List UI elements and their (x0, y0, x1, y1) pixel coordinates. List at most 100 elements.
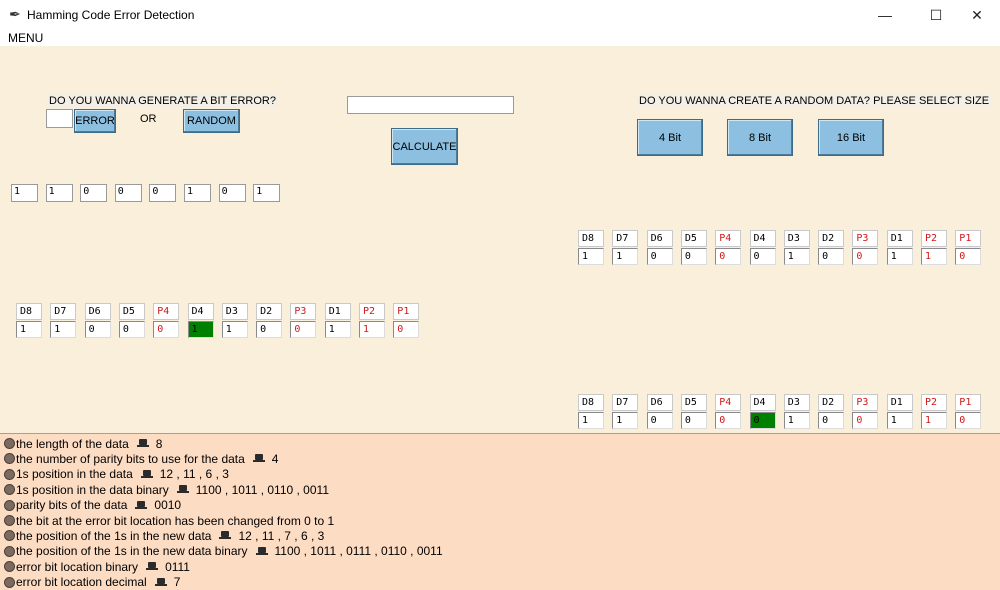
bit-header-cell: D8 (16, 303, 42, 320)
bit-value-cell[interactable]: 0 (818, 248, 845, 265)
random-button[interactable]: RANDOM (183, 109, 240, 133)
bit-value-cell[interactable]: 1 (783, 248, 810, 265)
bit-value-cell[interactable]: 1 (783, 412, 810, 429)
info-line: the length of the data 8 (4, 436, 162, 451)
bit-value-cell[interactable]: 0 (715, 412, 742, 429)
input-bit-field[interactable]: 0 (114, 184, 142, 202)
title-bar: ✒ Hamming Code Error Detection — ☐ ✕ (0, 0, 1000, 30)
bit-value-cell[interactable]: 0 (393, 321, 420, 338)
info-line: the position of the 1s in the new data 12… (4, 528, 324, 543)
input-bit-field[interactable]: 1 (184, 184, 211, 202)
bit-header-cell: P4 (715, 230, 742, 247)
bit-header-cell: D7 (50, 303, 77, 320)
bit-value-cell[interactable]: 0 (715, 248, 742, 265)
bit-header-cell: P3 (290, 303, 317, 320)
bit-value-cell[interactable]: 1 (324, 321, 351, 338)
bit-value-cell[interactable]: 0 (749, 248, 776, 265)
data-input[interactable] (347, 96, 514, 114)
bit-value-cell[interactable]: 0 (646, 412, 673, 429)
or-label: OR (140, 113, 157, 125)
error-bit-cell[interactable]: 0 (749, 412, 776, 429)
minimize-button[interactable]: — (862, 0, 908, 30)
info-line: error bit location decimal 7 (4, 575, 180, 590)
bit-header-cell: D6 (646, 230, 673, 247)
info-line: the position of the 1s in the new data b… (4, 544, 443, 559)
bit-header-cell: D8 (578, 230, 604, 247)
info-value: 4 (271, 451, 279, 466)
info-label: the position of the 1s in the new data (16, 528, 212, 543)
bit-value-cell[interactable]: 1 (16, 321, 42, 338)
bit-value-cell[interactable]: 1 (921, 248, 947, 265)
info-line: the number of parity bits to use for the… (4, 451, 278, 466)
bit-header-cell: D1 (886, 230, 913, 247)
input-bit-field[interactable]: 1 (253, 184, 281, 202)
bit-value-cell[interactable]: 1 (886, 412, 913, 429)
bit-value-cell[interactable]: 0 (818, 412, 845, 429)
info-panel: the length of the data 8 the number of par… (0, 433, 1000, 590)
laptop-icon (176, 485, 189, 494)
bit-value-cell[interactable]: 1 (578, 248, 604, 265)
bit-header-cell: D8 (578, 394, 604, 411)
8-bit-button[interactable]: 8 Bit (727, 119, 793, 156)
bit-header-cell: D5 (118, 303, 145, 320)
bit-value-cell[interactable]: 1 (359, 321, 385, 338)
info-label: the position of the 1s in the new data b… (16, 544, 248, 559)
bit-header-cell: P3 (852, 230, 879, 247)
bit-value-cell[interactable]: 1 (886, 248, 913, 265)
error-bit-cell[interactable]: 1 (187, 321, 214, 338)
bit-value-cell[interactable]: 0 (118, 321, 145, 338)
input-bit-field[interactable]: 1 (11, 184, 38, 202)
error-position-input[interactable] (46, 109, 73, 128)
input-bit-field[interactable]: 0 (218, 184, 246, 202)
error-button[interactable]: ERROR (74, 109, 116, 133)
info-label: error bit location binary (16, 559, 139, 574)
close-button[interactable]: ✕ (954, 0, 1000, 30)
bit-header-cell: D4 (749, 394, 776, 411)
bit-value-cell[interactable]: 0 (256, 321, 283, 338)
bit-value-cell[interactable]: 0 (84, 321, 111, 338)
info-label: 1s position in the data (16, 467, 133, 482)
info-value: 12 , 11 , 6 , 3 (159, 467, 229, 482)
bit-header-cell: P2 (921, 394, 947, 411)
bit-value-cell[interactable]: 0 (852, 412, 879, 429)
info-value: 0111 (165, 559, 190, 574)
circle-bullet-icon (4, 530, 15, 542)
4-bit-button[interactable]: 4 Bit (637, 119, 703, 156)
input-bit-field[interactable]: 1 (45, 184, 73, 202)
bit-value-cell[interactable]: 1 (612, 412, 639, 429)
bit-header-cell: P1 (955, 394, 982, 411)
bit-header-cell: D3 (221, 303, 248, 320)
bit-value-cell[interactable]: 0 (852, 248, 879, 265)
bit-value-cell[interactable]: 0 (153, 321, 180, 338)
bit-value-cell[interactable]: 1 (221, 321, 248, 338)
bit-value-cell[interactable]: 0 (646, 248, 673, 265)
bit-header-cell: D2 (818, 230, 845, 247)
maximize-button[interactable]: ☐ (913, 0, 959, 30)
circle-bullet-icon (4, 576, 15, 588)
bit-value-cell[interactable]: 1 (921, 412, 947, 429)
bit-value-cell[interactable]: 0 (955, 248, 982, 265)
bit-header-cell: D1 (324, 303, 351, 320)
bit-header-cell: D6 (84, 303, 111, 320)
info-label: error bit location decimal (16, 575, 147, 590)
bit-value-cell[interactable]: 0 (680, 248, 707, 265)
16-bit-button[interactable]: 16 Bit (818, 119, 884, 156)
info-label: parity bits of the data (16, 498, 128, 513)
bit-header-cell: D1 (886, 394, 913, 411)
bit-value-cell[interactable]: 0 (680, 412, 707, 429)
bit-value-cell[interactable]: 1 (612, 248, 639, 265)
info-label: the number of parity bits to use for the… (16, 451, 245, 466)
bit-header-cell: P4 (715, 394, 742, 411)
bit-header-cell: P4 (153, 303, 180, 320)
input-bit-field[interactable]: 0 (149, 184, 177, 202)
calculate-button[interactable]: CALCULATE (391, 128, 458, 165)
bit-value-cell[interactable]: 1 (578, 412, 604, 429)
bit-value-cell[interactable]: 0 (290, 321, 317, 338)
input-bit-field[interactable]: 0 (80, 184, 108, 202)
main-panel: DO YOU WANNA GENERATE A BIT ERROR? ERROR… (0, 46, 1000, 433)
menu-item[interactable]: MENU (8, 31, 43, 45)
menu-bar: MENU (0, 30, 1000, 46)
bit-value-cell[interactable]: 1 (50, 321, 77, 338)
bit-header-cell: D7 (612, 230, 639, 247)
bit-value-cell[interactable]: 0 (955, 412, 982, 429)
